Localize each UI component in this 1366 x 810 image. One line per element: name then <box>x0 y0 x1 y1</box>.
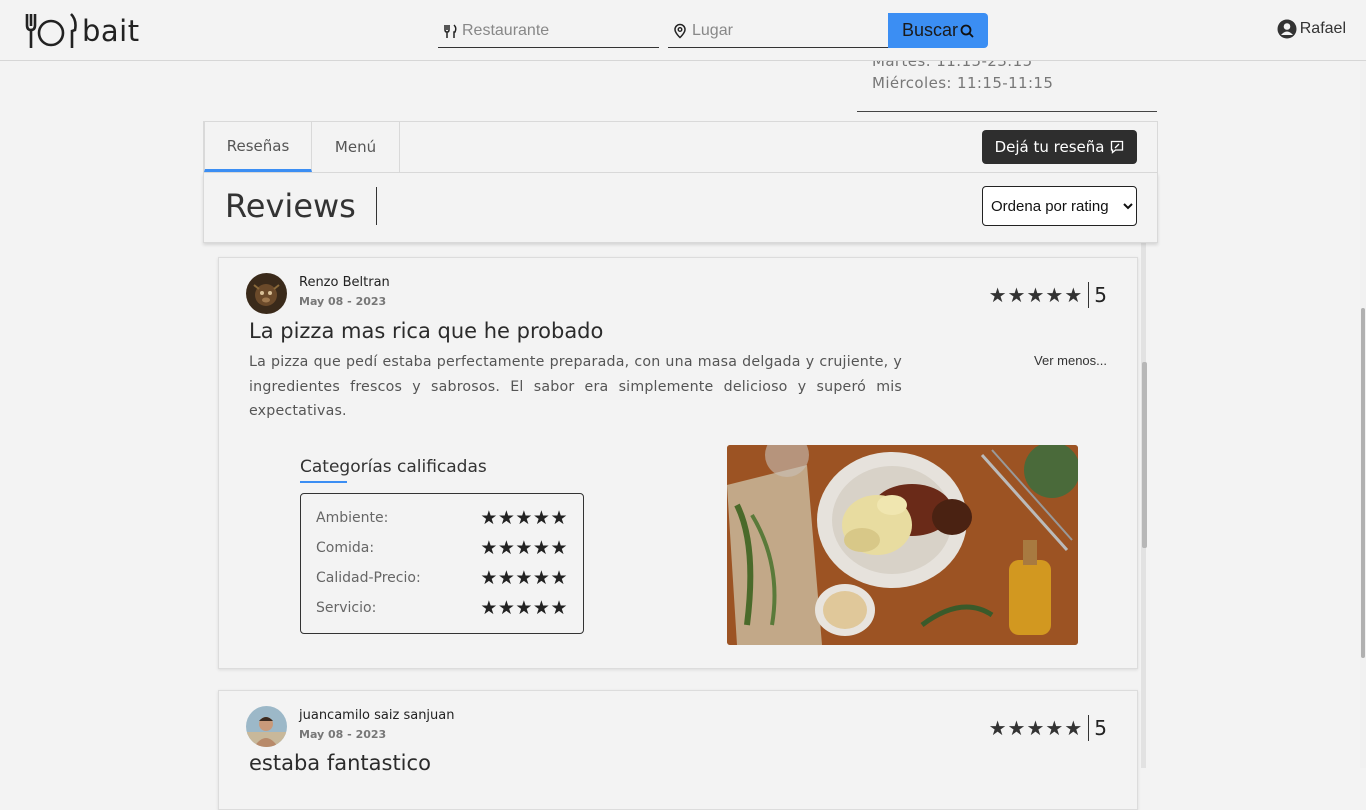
reviews-title: Reviews <box>225 187 377 225</box>
star-icons: ★★★★★ <box>989 715 1090 741</box>
category-stars: ★★★★★ <box>480 507 568 529</box>
category-name: Ambiente: <box>316 510 389 526</box>
review-author[interactable]: Renzo Beltran <box>299 275 390 290</box>
search-icon <box>960 24 974 38</box>
avatar[interactable] <box>246 706 287 747</box>
reviews-header: Reviews Ordena por rating <box>203 173 1158 243</box>
category-name: Servicio: <box>316 600 377 616</box>
category-stars: ★★★★★ <box>480 597 568 619</box>
rated-categories-title: Categorías calificadas <box>300 457 487 477</box>
leave-review-button[interactable]: Dejá tu reseña <box>982 130 1137 164</box>
star-icons: ★★★★★ <box>989 282 1090 308</box>
review-date: May 08 - 2023 <box>299 728 387 741</box>
review-card: juancamilo saiz sanjuan May 08 - 2023 ★★… <box>218 690 1138 810</box>
avatar[interactable] <box>246 273 287 314</box>
category-row: Servicio: ★★★★★ <box>316 597 568 619</box>
review-date: May 08 - 2023 <box>299 295 387 308</box>
search-button-label: Buscar <box>901 20 959 40</box>
review-rating: ★★★★★ 5 <box>989 715 1107 741</box>
category-stars: ★★★★★ <box>480 537 568 559</box>
review-photo[interactable] <box>727 445 1078 645</box>
category-row: Ambiente: ★★★★★ <box>316 507 568 529</box>
tab-resenas[interactable]: Reseñas <box>204 122 312 172</box>
comment-edit-icon <box>1111 140 1124 154</box>
page-scrollbar-thumb[interactable] <box>1361 308 1365 658</box>
user-circle-icon <box>1277 19 1297 39</box>
category-stars: ★★★★★ <box>480 567 568 589</box>
title-accent-underline <box>300 481 347 483</box>
top-navbar: bait Buscar Rafael <box>0 0 1366 61</box>
rated-categories-box: Ambiente: ★★★★★ Comida: ★★★★★ Calidad-Pr… <box>300 493 584 634</box>
brand-logo[interactable]: bait <box>24 12 140 50</box>
review-rating: ★★★★★ 5 <box>989 282 1107 308</box>
see-less-link[interactable]: Ver menos... <box>1034 353 1107 368</box>
user-menu[interactable]: Rafael <box>1277 19 1346 39</box>
rating-score: 5 <box>1094 283 1107 307</box>
review-card: Renzo Beltran May 08 - 2023 ★★★★★ 5 La p… <box>218 257 1138 669</box>
fork-knife-icon <box>444 23 457 38</box>
avatar-image <box>246 273 287 314</box>
food-plate-image <box>727 445 1078 645</box>
restaurant-input[interactable] <box>458 21 638 40</box>
search-button[interactable]: Buscar <box>888 13 988 48</box>
review-body: La pizza que pedí estaba perfectamente p… <box>249 354 902 419</box>
location-pin-icon <box>674 23 686 39</box>
restaurant-search-field[interactable] <box>438 14 659 48</box>
review-title: La pizza mas rica que he probado <box>249 319 604 343</box>
rating-score: 5 <box>1094 716 1107 740</box>
category-row: Comida: ★★★★★ <box>316 537 568 559</box>
category-row: Calidad-Precio: ★★★★★ <box>316 567 568 589</box>
review-author[interactable]: juancamilo saiz sanjuan <box>299 708 455 723</box>
brand-name: bait <box>82 14 140 48</box>
category-name: Calidad-Precio: <box>316 570 421 586</box>
place-input[interactable] <box>688 21 868 40</box>
place-search-field[interactable] <box>668 14 890 48</box>
review-title: estaba fantastico <box>249 751 431 775</box>
tab-menu[interactable]: Menú <box>312 122 400 172</box>
hours-line: Miércoles: 11:15-11:15 <box>872 74 1054 92</box>
avatar-image <box>246 706 287 747</box>
leave-review-label: Dejá tu reseña <box>994 138 1105 156</box>
section-tabs: Reseñas Menú Dejá tu reseña <box>203 121 1158 173</box>
reviews-scrollbar-thumb[interactable] <box>1142 362 1147 548</box>
category-name: Comida: <box>316 540 375 556</box>
user-name: Rafael <box>1299 20 1346 37</box>
fork-plate-knife-icon <box>25 13 77 48</box>
sort-select[interactable]: Ordena por rating <box>982 186 1137 226</box>
